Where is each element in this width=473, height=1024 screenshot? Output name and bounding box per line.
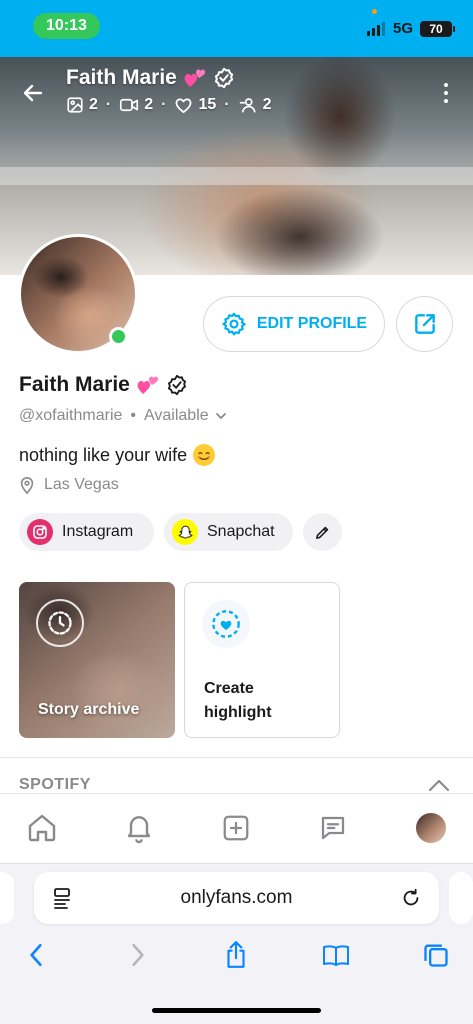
pencil-icon <box>316 526 329 539</box>
verified-icon <box>214 67 233 89</box>
nav-messages[interactable] <box>315 810 351 846</box>
book-icon <box>323 945 349 966</box>
browser-forward-button[interactable] <box>123 940 153 970</box>
instagram-icon <box>27 519 53 545</box>
stat-videos: 2 <box>119 96 153 114</box>
stat-images-value: 2 <box>89 96 98 113</box>
nav-notifications[interactable] <box>121 810 157 846</box>
snapchat-icon <box>172 519 198 545</box>
plus-square-icon <box>223 815 249 841</box>
more-dot <box>444 83 448 87</box>
smile-emoji-icon <box>193 444 216 466</box>
browser-share-button[interactable] <box>221 940 251 970</box>
snapchat-label: Snapchat <box>207 523 275 540</box>
hearts-emoji-icon <box>137 376 159 394</box>
fans-icon <box>239 98 256 113</box>
stat-likes-value: 15 <box>198 96 217 113</box>
share-button[interactable] <box>396 296 453 352</box>
browser-back-button[interactable] <box>21 940 51 970</box>
address-bar[interactable]: onlyfans.com <box>34 872 439 924</box>
more-dot <box>444 99 448 103</box>
network-type: 5G <box>393 20 414 37</box>
edit-profile-button[interactable]: EDIT PROFILE <box>203 296 385 352</box>
stat-videos-value: 2 <box>144 96 154 113</box>
stat-separator: · <box>105 96 112 113</box>
bookmarks-button[interactable] <box>321 940 351 970</box>
app-bottom-nav <box>0 793 473 863</box>
cover-name-text: Faith Marie <box>66 66 177 89</box>
story-archive-card[interactable]: Story archive <box>19 582 175 738</box>
availability-dropdown[interactable]: Available <box>144 407 227 425</box>
hearts-emoji-icon <box>184 69 206 87</box>
tabs-icon <box>424 944 448 967</box>
username: @xofaithmarie <box>19 407 123 424</box>
bell-icon <box>127 816 151 844</box>
location-text: Las Vegas <box>44 476 119 493</box>
stat-images: 2 <box>66 96 98 114</box>
previous-tab-preview[interactable] <box>0 872 14 924</box>
more-options-button[interactable] <box>436 78 456 108</box>
image-icon <box>67 97 83 113</box>
tabs-button[interactable] <box>421 940 451 970</box>
mic-indicator <box>372 9 377 14</box>
home-indicator <box>152 1008 321 1013</box>
instagram-label: Instagram <box>62 523 134 540</box>
signal-icon <box>367 22 385 36</box>
profile-name-text: Faith Marie <box>19 373 130 396</box>
section-divider <box>0 757 473 758</box>
instagram-link[interactable]: Instagram <box>19 513 154 551</box>
spotify-section-title[interactable]: SPOTIFY <box>19 776 91 794</box>
stat-fans-value: 2 <box>262 96 272 113</box>
battery-tip <box>453 26 455 32</box>
gear-icon <box>222 312 246 336</box>
handle-separator: • <box>130 407 136 424</box>
arrow-left-icon <box>23 84 43 102</box>
share-icon <box>414 314 435 334</box>
cover-title: Faith Marie <box>66 66 235 90</box>
chevron-right-icon <box>132 943 144 967</box>
stat-separator: · <box>161 96 167 113</box>
battery-icon: 70 <box>420 21 452 37</box>
bio-text: nothing like your wife <box>19 444 188 465</box>
create-highlight-card[interactable]: Create highlight <box>184 582 340 738</box>
url-text: onlyfans.com <box>180 887 293 908</box>
reload-icon[interactable] <box>400 886 422 915</box>
chevron-left-icon <box>30 943 42 967</box>
create-highlight-label: Create highlight <box>204 680 272 721</box>
status-bar: 10:13 5G 70 <box>0 0 473 57</box>
verified-icon <box>167 374 186 396</box>
status-time: 10:13 <box>33 13 100 39</box>
handle-row: @xofaithmarie • Available <box>19 407 227 425</box>
nav-add-post[interactable] <box>218 810 254 846</box>
history-icon <box>36 599 84 647</box>
video-icon <box>120 98 139 112</box>
nav-profile-avatar[interactable] <box>416 813 446 843</box>
share-icon <box>227 941 245 968</box>
stat-separator: · <box>224 96 230 113</box>
stat-likes: 15 <box>174 96 216 114</box>
stat-fans: 2 <box>238 96 272 114</box>
online-status-dot <box>109 327 128 346</box>
highlight-heart-icon <box>202 600 250 648</box>
edit-profile-label: EDIT PROFILE <box>256 315 368 332</box>
availability-label: Available <box>144 407 209 424</box>
chevron-down-icon <box>215 413 226 420</box>
nav-home[interactable] <box>24 810 60 846</box>
edit-socials-button[interactable] <box>303 513 342 551</box>
home-icon <box>28 814 56 842</box>
browser-chrome: onlyfans.com <box>0 863 473 1024</box>
message-icon <box>321 816 345 840</box>
story-archive-label: Story archive <box>38 701 140 718</box>
location-pin-icon <box>20 477 34 494</box>
profile-name: Faith Marie <box>19 373 188 397</box>
heart-icon <box>176 98 192 113</box>
location: Las Vegas <box>19 476 119 494</box>
snapchat-link[interactable]: Snapchat <box>164 513 293 551</box>
back-button[interactable] <box>18 78 48 108</box>
cover-stats: 2 · 2 · 15 · 2 <box>66 96 272 114</box>
bio: nothing like your wife <box>19 444 216 466</box>
next-tab-preview[interactable] <box>449 872 473 924</box>
more-dot <box>444 91 448 95</box>
